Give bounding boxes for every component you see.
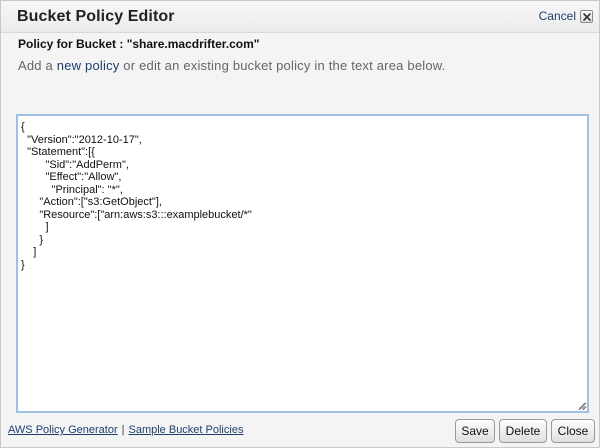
sample-bucket-policies-link[interactable]: Sample Bucket Policies xyxy=(129,424,244,436)
resize-grip-icon[interactable] xyxy=(576,400,586,410)
close-button[interactable]: Close xyxy=(551,419,595,443)
dialog-title: Bucket Policy Editor xyxy=(17,8,175,25)
new-policy-link[interactable]: new policy xyxy=(57,58,120,73)
delete-button[interactable]: Delete xyxy=(499,419,547,443)
policy-text-area[interactable]: { "Version":"2012-10-17", "Statement":[{… xyxy=(16,114,589,413)
bucket-policy-editor-dialog: Bucket Policy Editor Cancel Policy for B… xyxy=(0,0,600,448)
aws-policy-generator-link[interactable]: AWS Policy Generator xyxy=(8,424,118,436)
cancel-link[interactable]: Cancel xyxy=(539,9,576,23)
policy-bucket-label: Policy for Bucket : "share.macdrifter.co… xyxy=(18,37,260,51)
save-button[interactable]: Save xyxy=(455,419,495,443)
close-icon[interactable] xyxy=(580,9,593,23)
footer-separator: | xyxy=(121,424,125,436)
cancel-control: Cancel xyxy=(539,9,593,23)
instructions-prefix: Add a xyxy=(18,58,57,73)
instructions-text: Add a new policy or edit an existing buc… xyxy=(18,58,445,73)
footer-links: AWS Policy Generator | Sample Bucket Polic… xyxy=(8,424,243,436)
instructions-suffix: or edit an existing bucket policy in the… xyxy=(119,58,446,73)
title-bar: Bucket Policy Editor Cancel xyxy=(1,1,599,33)
